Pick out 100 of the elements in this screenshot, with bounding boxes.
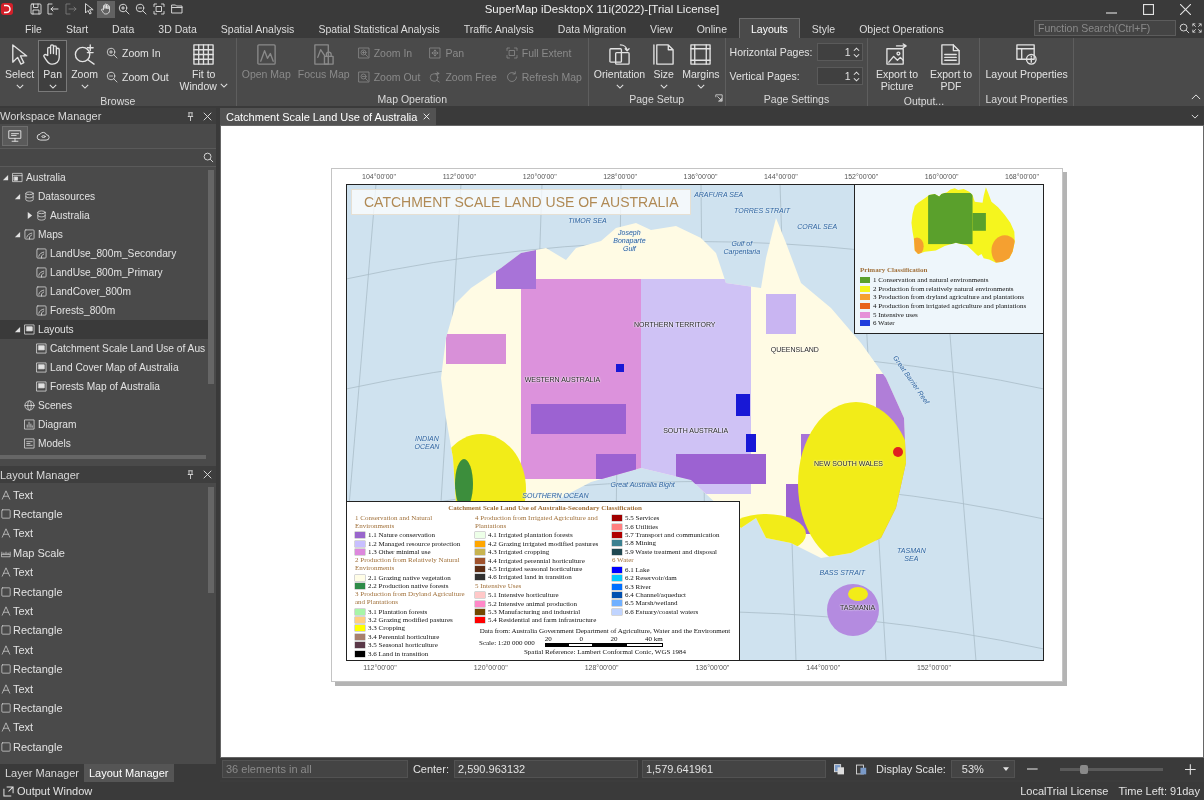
orientation-button[interactable]: Orientation	[590, 40, 649, 92]
display-scale-dropdown[interactable]: 53%	[950, 760, 1016, 778]
tree-item[interactable]: Land Cover Map of Australia	[0, 358, 208, 377]
layout-element-item[interactable]: Text	[0, 485, 208, 505]
export-picture-button[interactable]: Export to Picture	[870, 40, 924, 95]
scrollbar-thumb[interactable]	[208, 487, 214, 593]
tree-item[interactable]: LandUse_800m_Primary	[0, 263, 208, 282]
paste-icon[interactable]	[856, 763, 868, 775]
copy-icon[interactable]	[833, 763, 845, 775]
tree-item[interactable]: LandUse_800m_Secondary	[0, 244, 208, 263]
layout-element-item[interactable]: Rectangle	[0, 581, 208, 602]
tree-item[interactable]: Forests Map of Australia	[0, 377, 208, 396]
layout-element-item[interactable]: Rectangle	[0, 504, 208, 524]
margins-button[interactable]: Margins	[679, 40, 723, 92]
output-window-tab[interactable]: Output Window	[0, 785, 93, 797]
size-button[interactable]: Size	[649, 40, 679, 92]
panel-tab[interactable]: Layer Manager	[0, 764, 84, 782]
menu-tab[interactable]: Data Migration	[545, 18, 639, 38]
menu-tab[interactable]: 3D Data	[146, 18, 209, 38]
full-extent-button[interactable]	[150, 0, 168, 18]
zoom-slider[interactable]	[1059, 767, 1164, 771]
close-icon[interactable]	[203, 111, 212, 121]
layout-element-item[interactable]: Rectangle	[0, 620, 208, 641]
menu-tab[interactable]: Data	[100, 18, 147, 38]
layout-element-item[interactable]: Text	[0, 523, 208, 544]
search-field[interactable]	[0, 149, 216, 167]
layout-element-item[interactable]: Text	[0, 640, 208, 660]
menu-tab[interactable]: Traffic Analysis	[451, 18, 546, 38]
scrollbar-thumb[interactable]	[208, 170, 214, 384]
spinner-arrows-icon[interactable]	[853, 45, 861, 59]
layout-element-item[interactable]: Text	[0, 678, 208, 699]
plus-icon[interactable]	[1185, 763, 1196, 775]
menu-tab[interactable]: Online	[684, 18, 740, 38]
zoom-out-button[interactable]: Zoom Out	[103, 67, 172, 87]
menu-tab[interactable]: Spatial Analysis	[208, 18, 307, 38]
page-count-field[interactable]: 1	[817, 43, 864, 61]
tree-item[interactable]: Catchment Scale Land Use of Aus	[0, 339, 208, 358]
pan-button[interactable]: Pan	[38, 40, 68, 92]
zoom-in-button[interactable]: Zoom In	[103, 43, 172, 63]
dialog-launcher-icon[interactable]	[714, 94, 723, 102]
spinner-arrows-icon[interactable]	[853, 69, 861, 83]
tree-item[interactable]: Scenes	[0, 396, 208, 415]
function-search-field[interactable]: Function Search(Ctrl+F)	[1034, 20, 1176, 36]
search-icon[interactable]	[203, 152, 214, 163]
tree-item[interactable]: Forests_800m	[0, 301, 208, 320]
fit-to-window-button[interactable]: Fit to Window	[173, 40, 234, 95]
menu-tab[interactable]: Style	[799, 18, 848, 38]
center-x-field[interactable]: 2,590.963132	[453, 760, 638, 778]
layout-properties-button[interactable]: Layout Properties	[982, 40, 1071, 83]
tree-item[interactable]: Models	[0, 434, 208, 453]
tree-item[interactable]: Australia	[0, 168, 208, 187]
search-icon[interactable]	[1179, 22, 1190, 34]
layout-element-item[interactable]: Text	[0, 562, 208, 582]
fullscreen-icon[interactable]	[1192, 23, 1202, 33]
select-button[interactable]: Select	[2, 40, 38, 92]
corner-triangle-icon[interactable]	[14, 231, 21, 238]
square-icon	[1, 586, 11, 597]
layout-element-item[interactable]: Rectangle	[0, 737, 208, 757]
pan-button[interactable]	[97, 0, 115, 18]
layout-element-item[interactable]: Text	[0, 717, 208, 738]
document-tab[interactable]: Catchment Scale Land Use of Australia	[220, 108, 437, 125]
tree-item[interactable]: Maps	[0, 225, 208, 244]
save-button[interactable]	[27, 0, 45, 18]
cloud-icon	[36, 129, 50, 143]
layout-element-item[interactable]: Map Scale	[0, 543, 208, 563]
tree-item[interactable]: Diagram	[0, 415, 208, 434]
menu-tab[interactable]: Object Operations	[847, 18, 956, 38]
arrow-into-box-icon	[47, 3, 60, 15]
export-pdf-button[interactable]: Export to PDF	[924, 40, 978, 95]
menu-tab[interactable]: File	[13, 18, 54, 38]
menu-tab[interactable]: Start	[53, 18, 101, 38]
tree-item[interactable]: Datasources	[0, 187, 208, 206]
menu-tab[interactable]: Spatial Statistical Analysis	[306, 18, 452, 38]
slider-thumb[interactable]	[1079, 764, 1088, 774]
window-info-icon	[1015, 43, 1039, 66]
close-icon[interactable]	[203, 470, 212, 479]
triangle-right-icon[interactable]	[26, 212, 33, 219]
monitor-icon	[8, 129, 22, 143]
pin-icon[interactable]	[186, 470, 195, 479]
pin-icon[interactable]	[186, 111, 195, 121]
hand-icon	[100, 3, 113, 15]
layout-element-item[interactable]: Text	[0, 601, 208, 621]
panel-tab[interactable]: Layout Manager	[84, 764, 174, 782]
corner-triangle-icon[interactable]	[2, 174, 9, 181]
chevron-up-icon[interactable]	[1191, 94, 1201, 100]
layout-element-item[interactable]: Rectangle	[0, 698, 208, 718]
tree-item[interactable]: Layouts	[0, 320, 208, 339]
tree-item[interactable]: Australia	[0, 206, 208, 225]
menu-tab[interactable]: View	[638, 18, 685, 38]
page-margins-icon	[689, 43, 713, 66]
panel-view-tab[interactable]	[2, 126, 28, 146]
corner-triangle-icon[interactable]	[14, 326, 21, 333]
center-y-field[interactable]: 1,579.641961	[641, 760, 826, 778]
layout-element-item[interactable]: Rectangle	[0, 659, 208, 679]
corner-triangle-icon[interactable]	[14, 193, 21, 200]
page-count-field[interactable]: 1	[817, 67, 864, 85]
chevron-down-icon[interactable]	[1191, 114, 1199, 119]
zoom-button[interactable]: Zoom	[68, 40, 102, 92]
tree-item[interactable]: LandCover_800m	[0, 282, 208, 301]
menu-tab[interactable]: Layouts	[739, 18, 800, 38]
